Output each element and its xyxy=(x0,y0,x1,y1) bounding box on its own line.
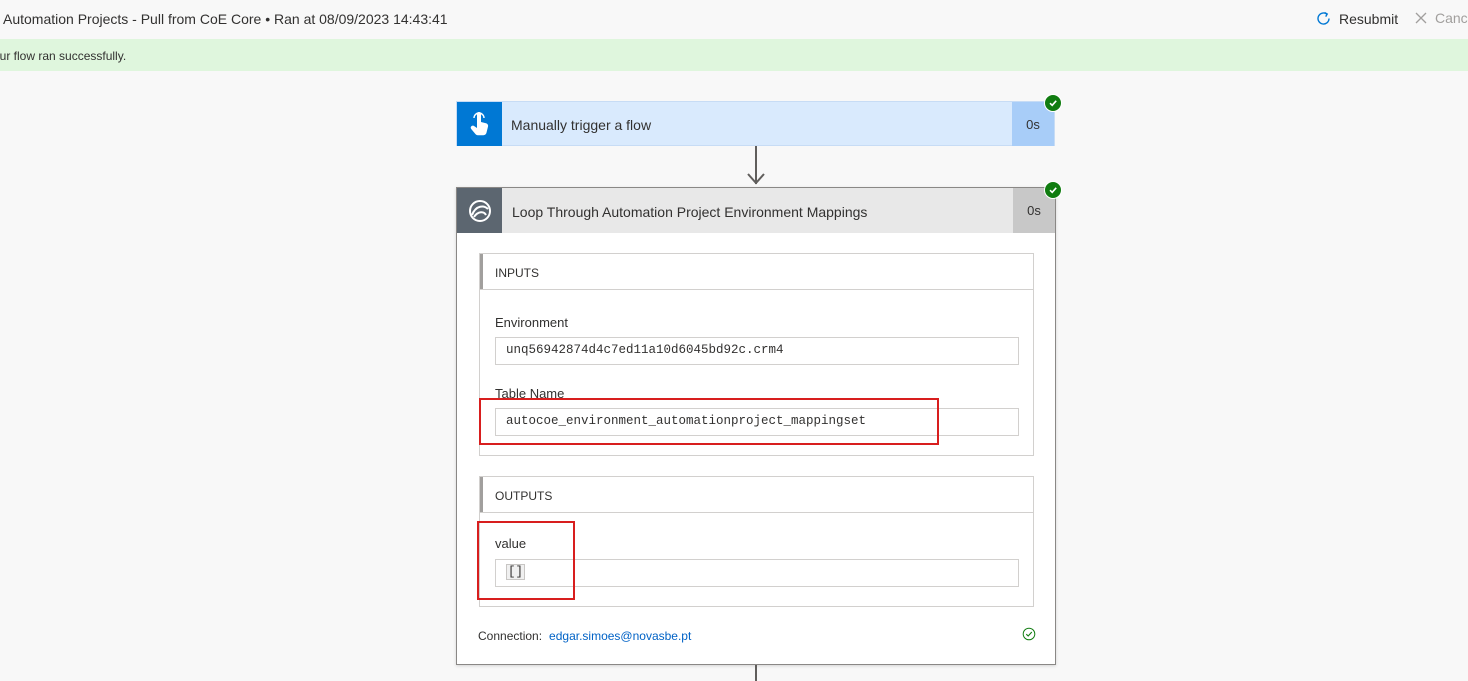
refresh-icon xyxy=(1315,10,1332,27)
success-check-icon xyxy=(1044,94,1062,112)
inputs-header: INPUTS xyxy=(480,254,1033,290)
close-icon xyxy=(1414,11,1428,25)
connection-info: Connection: edgar.simoes@novasbe.pt xyxy=(478,629,691,643)
dataverse-icon xyxy=(457,188,502,233)
connection-account-link[interactable]: edgar.simoes@novasbe.pt xyxy=(549,629,691,643)
environment-value[interactable]: unq56942874d4c7ed11a10d6045bd92c.crm4 xyxy=(495,337,1019,365)
success-check-icon xyxy=(1044,181,1062,199)
banner-message: our flow ran successfully. xyxy=(0,49,127,63)
table-name-highlight xyxy=(479,398,939,445)
resubmit-button[interactable]: Resubmit xyxy=(1315,10,1398,27)
trigger-card[interactable]: Manually trigger a flow 0s xyxy=(456,101,1055,146)
run-title: Automation Projects - Pull from CoE Core… xyxy=(3,11,448,27)
trigger-title: Manually trigger a flow xyxy=(511,117,652,133)
cancel-label: Canc xyxy=(1435,10,1468,26)
arrow-down-icon xyxy=(747,173,765,185)
output-value-highlight xyxy=(477,521,575,600)
outputs-header: OUTPUTS xyxy=(480,477,1033,513)
connection-ok-icon xyxy=(1022,627,1036,646)
cancel-button[interactable]: Canc xyxy=(1414,10,1468,26)
resubmit-label: Resubmit xyxy=(1339,10,1399,27)
loop-action-title: Loop Through Automation Project Environm… xyxy=(512,204,868,220)
success-banner: our flow ran successfully. xyxy=(0,39,1468,71)
hand-pointer-icon xyxy=(457,102,502,146)
loop-action-header[interactable]: Loop Through Automation Project Environm… xyxy=(457,188,1055,233)
connector-line xyxy=(755,665,757,681)
run-header: Automation Projects - Pull from CoE Core… xyxy=(0,0,1468,39)
environment-label: Environment xyxy=(495,315,568,330)
connection-label: Connection: xyxy=(478,629,543,643)
